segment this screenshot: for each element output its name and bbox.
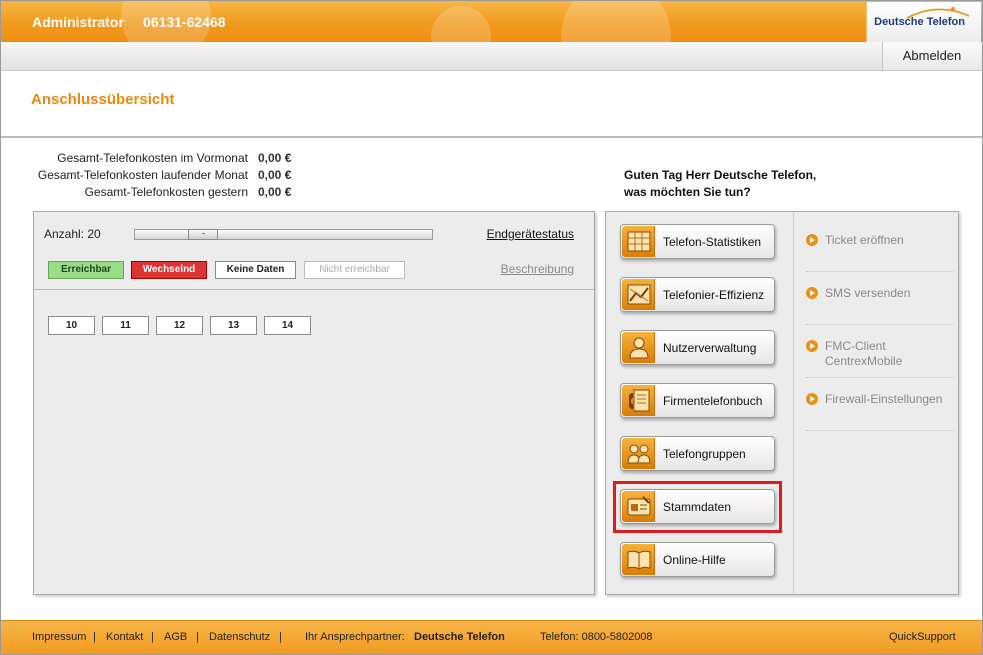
quicksupport-link[interactable]: QuickSupport — [889, 631, 956, 643]
side-link-label: SMS versenden — [825, 286, 911, 300]
greeting-line: was möchten Sie tun? — [624, 185, 751, 199]
user-phone: 06131-62468 — [143, 14, 226, 30]
cost-row: Gesamt-Telefonkosten im Vormonat 0,00 € — [11, 151, 301, 167]
cost-value: 0,00 € — [258, 185, 292, 199]
footer-separator: | — [93, 631, 96, 643]
id-card-icon — [622, 491, 655, 522]
divider — [806, 271, 954, 272]
phonebook-icon — [622, 385, 655, 416]
divider — [806, 430, 954, 431]
arrow-right-icon — [806, 234, 818, 246]
cost-label: Gesamt-Telefonkosten im Vormonat — [57, 151, 248, 165]
divider — [806, 324, 954, 325]
book-icon — [622, 544, 655, 575]
cost-label: Gesamt-Telefonkosten gestern — [84, 185, 248, 199]
footer-separator: | — [196, 631, 199, 643]
user-icon — [622, 332, 655, 363]
greeting-line: Guten Tag Herr Deutsche Telefon, — [624, 168, 817, 182]
telefonier-effizienz-button[interactable]: Telefonier-Effizienz — [620, 277, 775, 312]
divider — [806, 377, 954, 378]
cost-label: Gesamt-Telefonkosten laufender Monat — [37, 168, 248, 182]
greeting: Guten Tag Herr Deutsche Telefon, was möc… — [624, 167, 816, 201]
device-slider[interactable] — [134, 229, 433, 240]
actions-panel: Telefon-Statistiken Telefonier-Effizienz… — [605, 211, 959, 595]
efficiency-chart-icon — [622, 279, 655, 310]
extension-tile[interactable]: 12 — [156, 316, 203, 335]
device-panel: Anzahl: 20 Endgerätestatus Erreichbar We… — [33, 211, 595, 595]
action-label: Stammdaten — [663, 500, 732, 514]
side-link-label: FMC-Client CentrexMobile — [825, 339, 903, 368]
decorative-bubble — [561, 1, 671, 42]
main-content: Gesamt-Telefonkosten im Vormonat 0,00 € … — [1, 140, 982, 618]
footer-separator: | — [151, 631, 154, 643]
kontakt-link[interactable]: Kontakt — [106, 631, 143, 643]
side-link-label: Ticket eröffnen — [825, 233, 904, 247]
statistics-icon — [622, 226, 655, 257]
divider — [793, 212, 794, 594]
page-title: Anschlussübersicht — [31, 91, 175, 108]
agb-link[interactable]: AGB — [164, 631, 187, 643]
legend-reachable: Erreichbar — [48, 261, 124, 279]
cost-row: Gesamt-Telefonkosten laufender Monat 0,0… — [11, 168, 301, 184]
telefongruppen-button[interactable]: Telefongruppen — [620, 436, 775, 471]
action-label: Telefonier-Effizienz — [663, 288, 765, 302]
extension-tile[interactable]: 11 — [102, 316, 149, 335]
extension-tile[interactable]: 13 — [210, 316, 257, 335]
arrow-right-icon — [806, 340, 818, 352]
action-label: Telefon-Statistiken — [663, 235, 762, 249]
description-link[interactable]: Beschreibung — [501, 262, 574, 276]
arrow-right-icon — [806, 287, 818, 299]
partner-name: Deutsche Telefon — [414, 631, 505, 643]
action-label: Online-Hilfe — [663, 553, 726, 567]
extension-tile[interactable]: 14 — [264, 316, 311, 335]
partner-label: Ihr Ansprechpartner: — [305, 631, 405, 643]
legend-changing: Wechselnd — [131, 261, 207, 279]
divider — [34, 289, 594, 290]
device-count: Anzahl: 20 — [44, 227, 101, 241]
logout-button[interactable]: Abmelden — [882, 42, 981, 70]
cost-row: Gesamt-Telefonkosten gestern 0,00 € — [11, 185, 301, 201]
fmc-client-link[interactable]: FMC-Client CentrexMobile — [806, 339, 956, 369]
nutzerverwaltung-button[interactable]: Nutzerverwaltung — [620, 330, 775, 365]
arrow-right-icon — [806, 393, 818, 405]
action-label: Firmentelefonbuch — [663, 394, 763, 408]
logo: Deutsche Telefon — [866, 2, 981, 42]
decorative-bubble — [431, 6, 491, 42]
online-hilfe-button[interactable]: Online-Hilfe — [620, 542, 775, 577]
legend-no-data: Keine Daten — [215, 261, 296, 279]
impressum-link[interactable]: Impressum — [32, 631, 86, 643]
device-status-link[interactable]: Endgerätestatus — [487, 227, 574, 241]
firmentelefonbuch-button[interactable]: Firmentelefonbuch — [620, 383, 775, 418]
legend-unreachable: Nicht erreichbar — [304, 261, 405, 279]
cost-value: 0,00 € — [258, 168, 292, 182]
action-label: Telefongruppen — [663, 447, 746, 461]
sub-toolbar: Abmelden — [1, 42, 982, 71]
group-icon — [622, 438, 655, 469]
logo-text: Deutsche Telefon — [874, 16, 965, 28]
cost-value: 0,00 € — [258, 151, 292, 165]
telefon-statistiken-button[interactable]: Telefon-Statistiken — [620, 224, 775, 259]
extension-tile[interactable]: 10 — [48, 316, 95, 335]
footer-phone: Telefon: 0800-5802008 — [540, 631, 653, 643]
top-bar: Administrator 06131-62468 Deutsche Telef… — [1, 1, 982, 42]
footer: Impressum | Kontakt | AGB | Datenschutz … — [1, 620, 982, 654]
stammdaten-button[interactable]: Stammdaten — [620, 489, 775, 524]
slider-handle[interactable] — [188, 229, 218, 240]
footer-separator: | — [279, 631, 282, 643]
title-area: Anschlussübersicht — [1, 72, 982, 138]
user-name: Administrator — [32, 14, 124, 30]
action-label: Nutzerverwaltung — [663, 341, 757, 355]
side-link-label: Firewall-Einstellungen — [825, 392, 943, 406]
datenschutz-link[interactable]: Datenschutz — [209, 631, 270, 643]
